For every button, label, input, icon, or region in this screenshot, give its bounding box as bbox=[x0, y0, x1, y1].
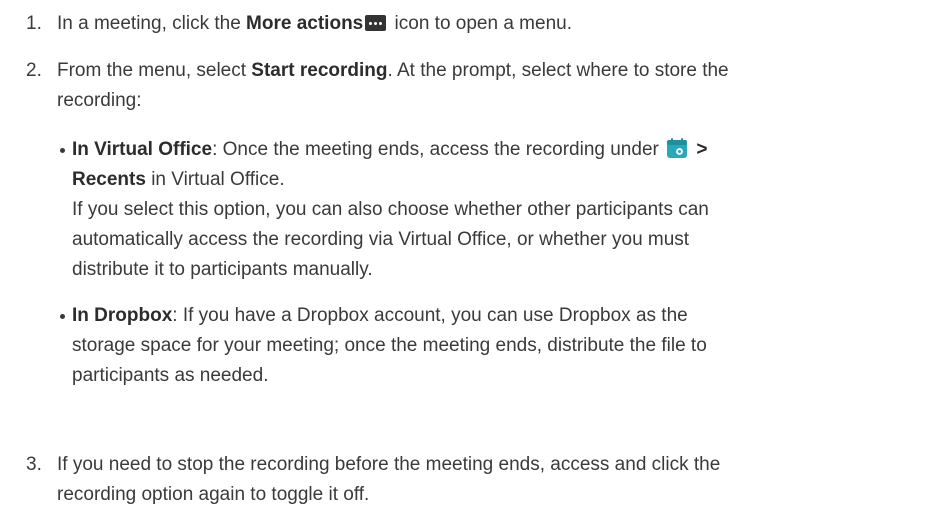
step-number: 3. bbox=[26, 454, 42, 475]
start-recording-label: Start recording bbox=[251, 60, 388, 81]
step-3: 3. If you need to stop the recording bef… bbox=[0, 450, 943, 516]
step-text: From the menu, select Start recording. A… bbox=[57, 60, 729, 111]
step-2: 2. From the menu, select Start recording… bbox=[0, 56, 943, 426]
help-document: 1. In a meeting, click the More actions … bbox=[0, 0, 943, 529]
bullet-dot bbox=[60, 148, 65, 153]
option-text: In Dropbox: If you have a Dropbox accoun… bbox=[72, 305, 707, 386]
step-text: If you need to stop the recording before… bbox=[57, 454, 721, 505]
step-1: 1. In a meeting, click the More actions … bbox=[0, 9, 943, 41]
recents-label: Recents bbox=[72, 169, 146, 190]
step-number: 1. bbox=[26, 13, 42, 34]
step-number: 2. bbox=[26, 60, 42, 81]
option-text: In Virtual Office: Once the meeting ends… bbox=[72, 138, 709, 280]
bullet-dot bbox=[60, 314, 65, 319]
calendar-icon bbox=[667, 138, 688, 158]
more-actions-icon bbox=[365, 15, 387, 31]
step-text: In a meeting, click the More actions ico… bbox=[57, 13, 572, 34]
more-actions-label: More actions bbox=[246, 13, 364, 34]
